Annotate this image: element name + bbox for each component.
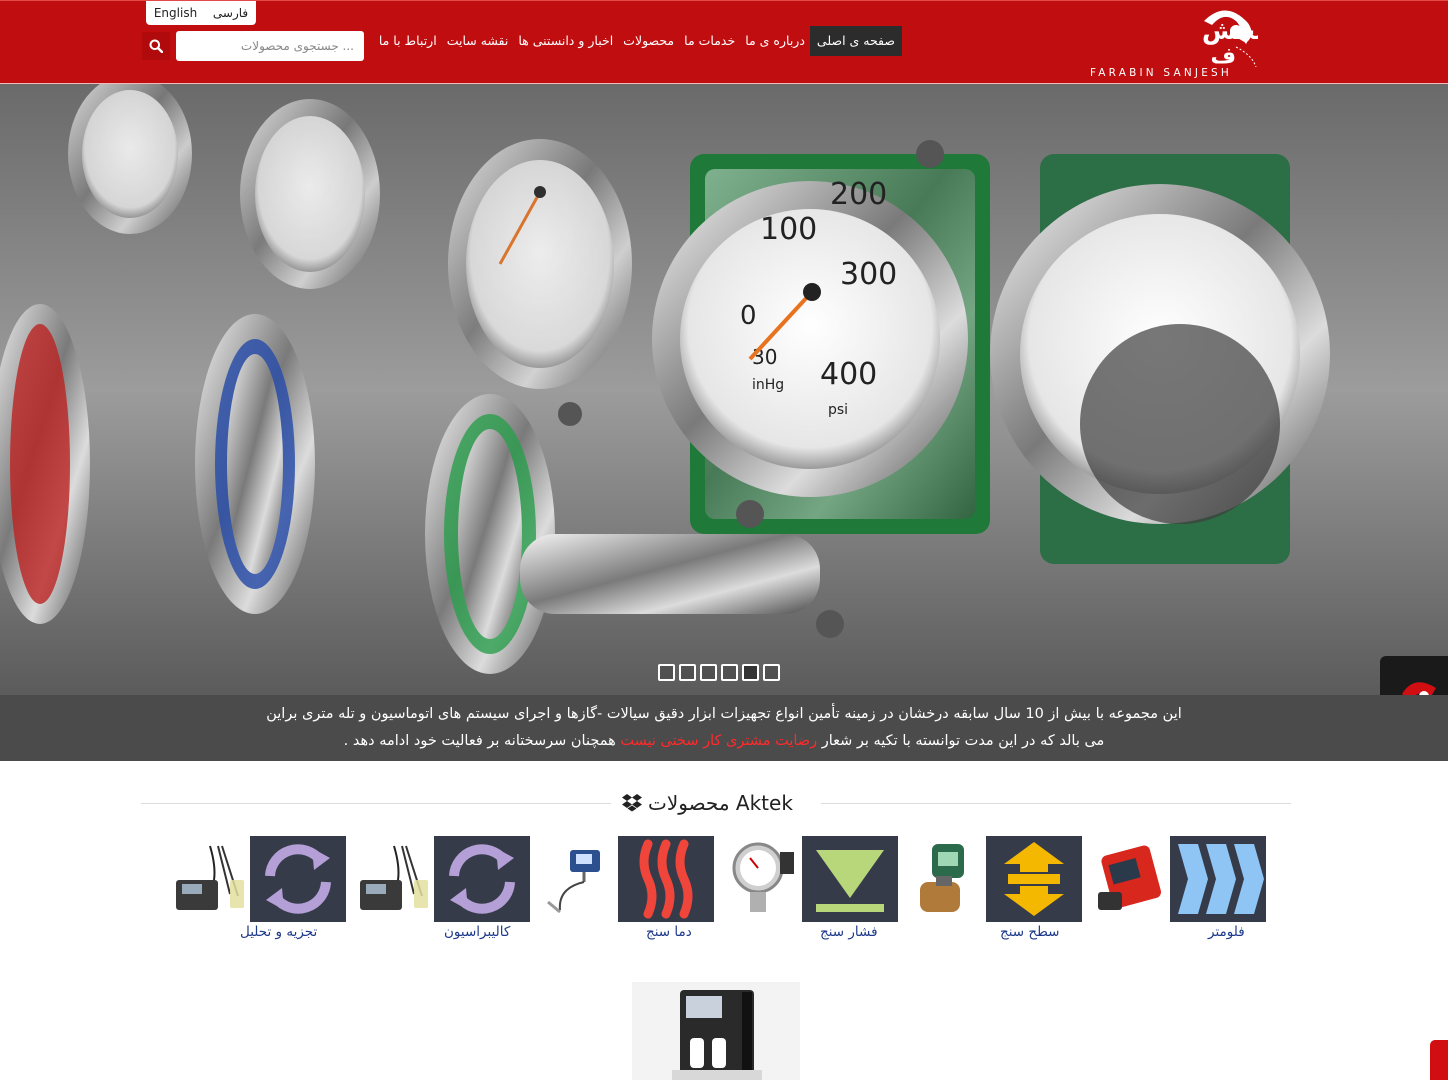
category-pressure-label[interactable]: فشار سنج	[820, 924, 878, 940]
svg-text:200: 200	[830, 177, 887, 212]
level-arrows-icon	[986, 836, 1082, 922]
slider-dot-4[interactable]	[721, 664, 738, 681]
slider-pagination	[658, 664, 780, 681]
intro-line-2-before: می بالد که در این مدت توانسته با تکیه بر…	[821, 733, 1105, 749]
nav-sitemap[interactable]: نقشه سایت	[442, 26, 514, 56]
language-switcher: English فارسی	[146, 1, 256, 25]
side-floating-logo-widget[interactable]	[1380, 656, 1448, 695]
nav-home[interactable]: صفحه ی اصلی	[809, 26, 902, 56]
category-calibration-label[interactable]: کالیبراسیون	[444, 924, 510, 940]
analysis-product-photo	[170, 836, 250, 922]
intro-line-2: می بالد که در این مدت توانسته با تکیه بر…	[0, 728, 1448, 755]
intro-line-2-after: همچنان سرسختانه بر فعالیت خود ادامه دهد …	[343, 733, 616, 749]
category-flowmeter[interactable]: فلومتر	[1090, 836, 1274, 946]
search-input[interactable]	[176, 31, 364, 61]
svg-text:ف: ف	[1210, 44, 1236, 69]
hero-slider[interactable]: 200 100 300 0 400 30 inHg psi	[0, 84, 1448, 695]
products-title-text: محصولات Aktek	[648, 791, 793, 815]
svg-text:psi: psi	[828, 402, 848, 418]
nav-news[interactable]: اخبار و دانستنی ها	[513, 26, 618, 56]
category-analysis-label[interactable]: تجزیه و تحلیل	[240, 924, 317, 940]
floating-chat-tab[interactable]	[1430, 1040, 1448, 1080]
temperature-waves-icon	[618, 836, 714, 922]
lang-farsi[interactable]: فارسی	[213, 6, 248, 20]
intro-band: این مجموعه با بیش از 10 سال سابقه درخشان…	[0, 695, 1448, 761]
search-button[interactable]	[142, 32, 170, 60]
calibration-cycle-icon	[434, 836, 530, 922]
intro-slogan: رضایت مشتری کار سختی نیست	[620, 733, 818, 749]
slider-dot-6[interactable]	[763, 664, 780, 681]
slider-dot-5[interactable]	[742, 664, 759, 681]
svg-text:400: 400	[820, 357, 877, 392]
level-product-photo	[906, 836, 986, 922]
pressure-product-photo	[722, 836, 802, 922]
site-header: English فارسی صفحه ی اصلی درباره ی ما خد…	[0, 0, 1448, 84]
category-calibration[interactable]: کالیبراسیون	[354, 836, 538, 946]
logo-text-fa: فرابین سنجش	[1202, 16, 1258, 46]
main-nav: صفحه ی اصلی درباره ی ما خدمات ما محصولات…	[374, 26, 902, 56]
hero-image-pressure-gauges: 200 100 300 0 400 30 inHg psi	[0, 84, 1448, 695]
temperature-product-photo	[538, 836, 618, 922]
featured-product-image[interactable]	[632, 982, 800, 1080]
category-temperature[interactable]: دما سنج	[538, 836, 722, 946]
category-analysis[interactable]: تجزیه و تحلیل	[170, 836, 354, 946]
svg-text:30: 30	[752, 345, 777, 369]
slider-dot-1[interactable]	[658, 664, 675, 681]
intro-line-1: این مجموعه با بیش از 10 سال سابقه درخشان…	[266, 706, 1182, 722]
slider-dot-2[interactable]	[679, 664, 696, 681]
slider-dot-3[interactable]	[700, 664, 717, 681]
category-pressure[interactable]: فشار سنج	[722, 836, 906, 946]
nav-about[interactable]: درباره ی ما	[740, 26, 810, 56]
svg-text:100: 100	[760, 212, 817, 247]
calibration-product-photo	[354, 836, 434, 922]
dropbox-icon	[622, 794, 642, 812]
products-section-title: محصولات Aktek	[618, 788, 797, 818]
category-temperature-label[interactable]: دما سنج	[646, 924, 692, 940]
category-level-label[interactable]: سطح سنج	[1000, 924, 1060, 940]
category-flowmeter-label[interactable]: فلومتر	[1208, 924, 1245, 940]
category-level[interactable]: سطح سنج	[906, 836, 1090, 946]
nav-products[interactable]: محصولات	[618, 26, 679, 56]
lang-english[interactable]: English	[154, 6, 197, 20]
svg-text:300: 300	[840, 257, 897, 292]
nav-contact[interactable]: ارتباط با ما	[374, 26, 442, 56]
logo-text-en: FARABIN SANJESH	[1090, 67, 1232, 79]
svg-text:inHg: inHg	[752, 377, 784, 393]
flowmeter-product-photo	[1090, 836, 1170, 922]
nav-services[interactable]: خدمات ما	[679, 26, 740, 56]
flow-chevrons-icon	[1170, 836, 1266, 922]
svg-text:0: 0	[740, 301, 757, 331]
pressure-triangle-icon	[802, 836, 898, 922]
search-icon	[149, 39, 163, 53]
analysis-cycle-icon	[250, 836, 346, 922]
